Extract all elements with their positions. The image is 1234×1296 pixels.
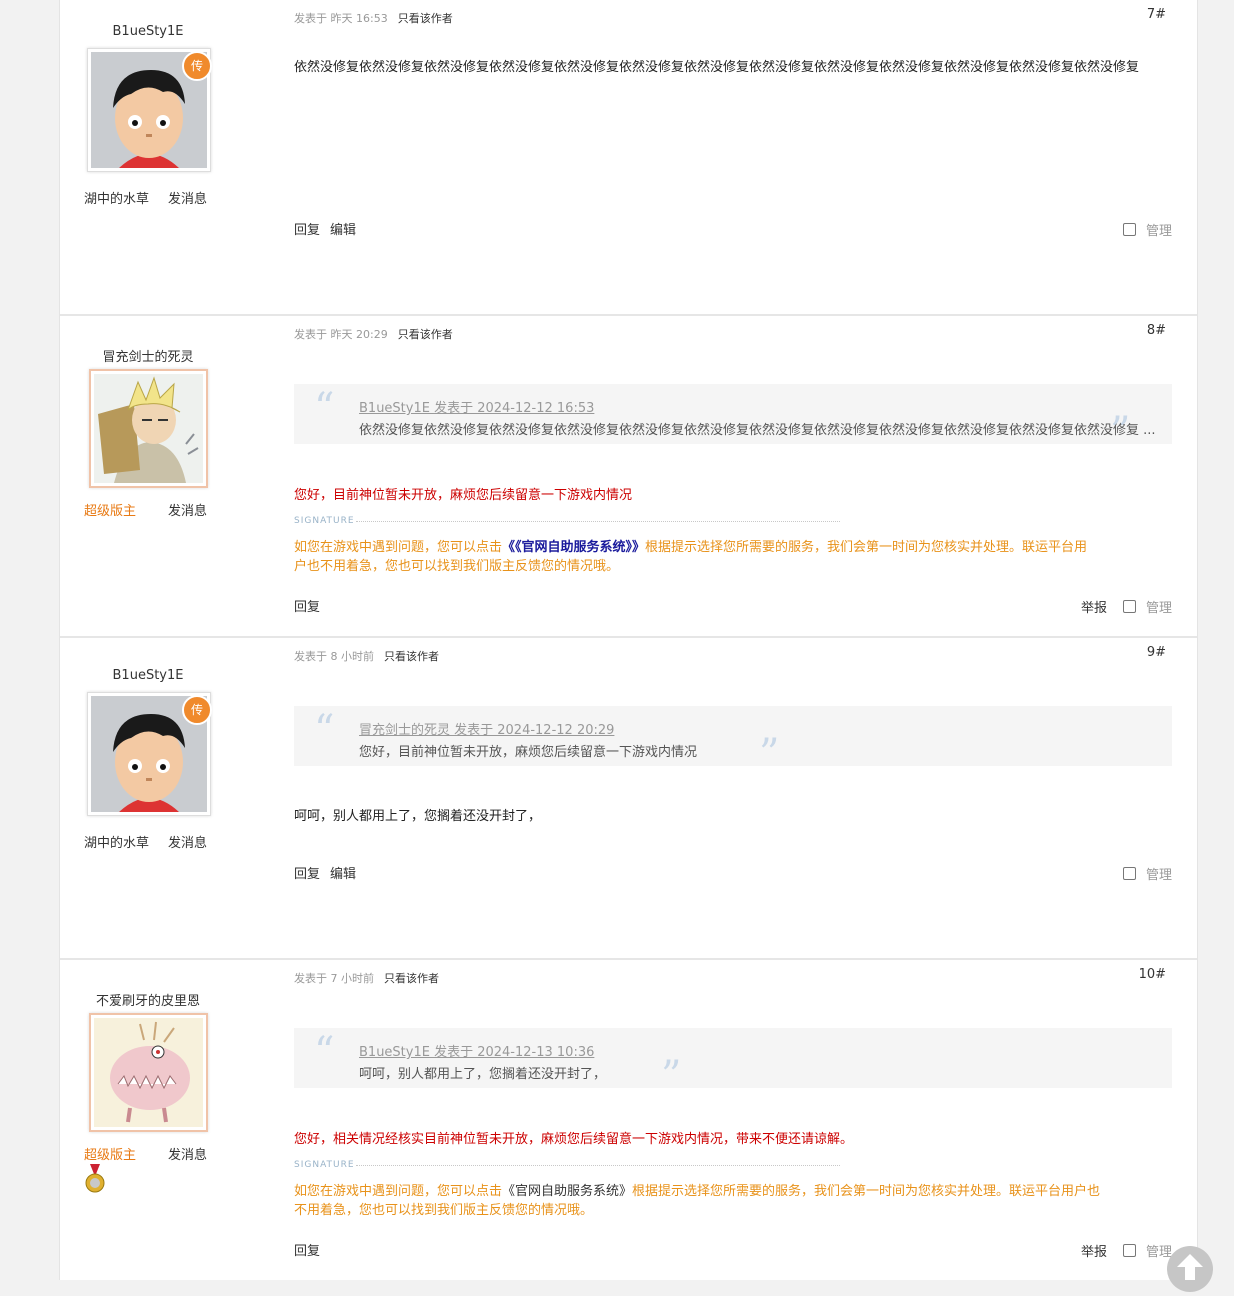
floor-number[interactable]: 8# [1147, 323, 1166, 338]
send-message-link[interactable]: 发消息 [168, 1144, 207, 1163]
reply-button[interactable]: 回复 [294, 867, 320, 882]
signature-divider [356, 521, 840, 522]
username[interactable]: B1ueSty1E [60, 668, 236, 683]
back-to-top-button[interactable] [1167, 1246, 1213, 1292]
quote-block: “ B1ueSty1E 发表于 2024-12-13 10:36 呵呵，别人都用… [294, 1028, 1172, 1096]
post-10: 不爱刷牙的皮里恩 超级版主 发消息 发表于 7 小时前 只看该作者 10# “ … [60, 960, 1197, 1290]
quote-close-icon: ” [1110, 409, 1131, 455]
self-service-link[interactable]: 《官网自助服务系统》 [502, 1184, 632, 1199]
quote-block: “ 冒充剑士的死灵 发表于 2024-12-12 20:29 您好，目前神位暂未… [294, 706, 1172, 774]
only-author-link[interactable]: 只看该作者 [384, 650, 439, 663]
manage-link[interactable]: 管理 [1146, 597, 1172, 616]
username[interactable]: 冒充剑士的死灵 [60, 346, 236, 365]
quote-source-link[interactable]: 冒充剑士的死灵 发表于 2024-12-12 20:29 [359, 719, 614, 738]
floor-number[interactable]: 10# [1139, 967, 1166, 982]
post-body: 您好，目前神位暂未开放，麻烦您后续留意一下游戏内情况 [294, 488, 633, 503]
post-meta: 发表于 7 小时前 只看该作者 [294, 970, 439, 986]
avatar[interactable]: 传 [87, 48, 212, 172]
manage-checkbox[interactable] [1122, 600, 1136, 613]
post-7: B1ueSty1E 传 湖中的水草 发消息 发表于 昨天 16:53 只看该作者… [60, 0, 1197, 316]
signature-label: SIGNATURE [294, 516, 355, 526]
forum-thread: B1ueSty1E 传 湖中的水草 发消息 发表于 昨天 16:53 只看该作者… [59, 0, 1198, 1280]
manage-link[interactable]: 管理 [1146, 864, 1172, 883]
only-author-link[interactable]: 只看该作者 [398, 328, 453, 341]
avatar-image [94, 374, 203, 483]
only-author-link[interactable]: 只看该作者 [398, 12, 453, 25]
post-admin-actions: 举报 管理 [1081, 1241, 1172, 1260]
send-message-link[interactable]: 发消息 [168, 500, 207, 519]
report-link[interactable]: 举报 [1081, 1241, 1107, 1260]
post-time: 发表于 昨天 20:29 [294, 328, 388, 341]
legend-badge: 传 [182, 695, 212, 725]
reply-button[interactable]: 回复 [294, 600, 320, 615]
quote-close-icon: ” [661, 1053, 682, 1099]
edit-button[interactable]: 编辑 [330, 223, 356, 238]
signature-text: 如您在游戏中遇到问题，您可以点击《官网自助服务系统》根据提示选择您所需要的服务，… [294, 1184, 1101, 1218]
user-title: 超级版主 [84, 504, 137, 519]
avatar[interactable]: 传 [87, 692, 212, 816]
post-body: 呵呵，别人都用上了，您搁着还没开封了， [294, 809, 542, 824]
post-meta: 发表于 昨天 16:53 只看该作者 [294, 10, 453, 26]
quote-block: “ B1ueSty1E 发表于 2024-12-12 16:53 依然没修复依然… [294, 384, 1172, 452]
signature-divider [356, 1165, 840, 1166]
quote-text: 呵呵，别人都用上了，您搁着还没开封了， [359, 1067, 607, 1082]
user-title: 湖中的水草 [84, 836, 150, 851]
post-admin-actions: 管理 [1122, 864, 1172, 883]
report-link[interactable]: 举报 [1081, 597, 1107, 616]
post-time: 发表于 昨天 16:53 [294, 12, 388, 25]
arrow-up-icon [1177, 1254, 1203, 1280]
signature-label: SIGNATURE [294, 1160, 355, 1170]
manage-checkbox[interactable] [1122, 867, 1136, 880]
quote-open-icon: “ [314, 1029, 335, 1075]
manage-checkbox[interactable] [1122, 223, 1136, 236]
send-message-link[interactable]: 发消息 [168, 188, 207, 207]
quote-open-icon: “ [314, 385, 335, 431]
post-admin-actions: 管理 [1122, 220, 1172, 239]
post-actions: 回复 编辑 [294, 219, 366, 238]
post-meta: 发表于 昨天 20:29 只看该作者 [294, 326, 453, 342]
post-9: B1ueSty1E 传 湖中的水草 发消息 发表于 8 小时前 只看该作者 9#… [60, 638, 1197, 960]
self-service-link[interactable]: 《《官网自助服务系统》》 [502, 540, 645, 555]
user-title: 湖中的水草 [84, 192, 150, 207]
reply-button[interactable]: 回复 [294, 1244, 320, 1259]
quote-close-icon: ” [759, 731, 780, 777]
post-body: 您好，相关情况经核实目前神位暂未开放，麻烦您后续留意一下游戏内情况，带来不便还请… [294, 1132, 854, 1147]
quote-text: 依然没修复依然没修复依然没修复依然没修复依然没修复依然没修复依然没修复依然没修复… [359, 423, 1156, 438]
post-actions: 回复 [294, 596, 330, 615]
post-time: 发表于 7 小时前 [294, 972, 374, 985]
manage-link[interactable]: 管理 [1146, 220, 1172, 239]
post-meta: 发表于 8 小时前 只看该作者 [294, 648, 439, 664]
floor-number[interactable]: 9# [1147, 645, 1166, 660]
quote-source-link[interactable]: B1ueSty1E 发表于 2024-12-13 10:36 [359, 1041, 594, 1060]
user-title: 超级版主 [84, 1148, 137, 1163]
medal-icon [84, 1164, 106, 1198]
send-message-link[interactable]: 发消息 [168, 832, 207, 851]
manage-checkbox[interactable] [1122, 1244, 1136, 1257]
signature-text: 如您在游戏中遇到问题，您可以点击《《官网自助服务系统》》根据提示选择您所需要的服… [294, 540, 1088, 574]
post-actions: 回复 编辑 [294, 863, 366, 882]
avatar[interactable] [89, 1013, 208, 1132]
quote-text: 您好，目前神位暂未开放，麻烦您后续留意一下游戏内情况 [359, 745, 698, 760]
only-author-link[interactable]: 只看该作者 [384, 972, 439, 985]
floor-number[interactable]: 7# [1147, 7, 1166, 22]
reply-button[interactable]: 回复 [294, 223, 320, 238]
edit-button[interactable]: 编辑 [330, 867, 356, 882]
quote-source-link[interactable]: B1ueSty1E 发表于 2024-12-12 16:53 [359, 397, 594, 416]
post-actions: 回复 [294, 1240, 330, 1259]
avatar[interactable] [89, 369, 208, 488]
avatar-image [94, 1018, 203, 1127]
post-body: 依然没修复依然没修复依然没修复依然没修复依然没修复依然没修复依然没修复依然没修复… [294, 60, 1140, 75]
post-time: 发表于 8 小时前 [294, 650, 374, 663]
quote-open-icon: “ [314, 707, 335, 753]
post-admin-actions: 举报 管理 [1081, 597, 1172, 616]
post-8: 冒充剑士的死灵 超级版主 发消息 发表于 昨天 20:29 只看该作者 8# “… [60, 316, 1197, 638]
username[interactable]: B1ueSty1E [60, 24, 236, 39]
username[interactable]: 不爱刷牙的皮里恩 [60, 990, 236, 1009]
legend-badge: 传 [182, 51, 212, 81]
